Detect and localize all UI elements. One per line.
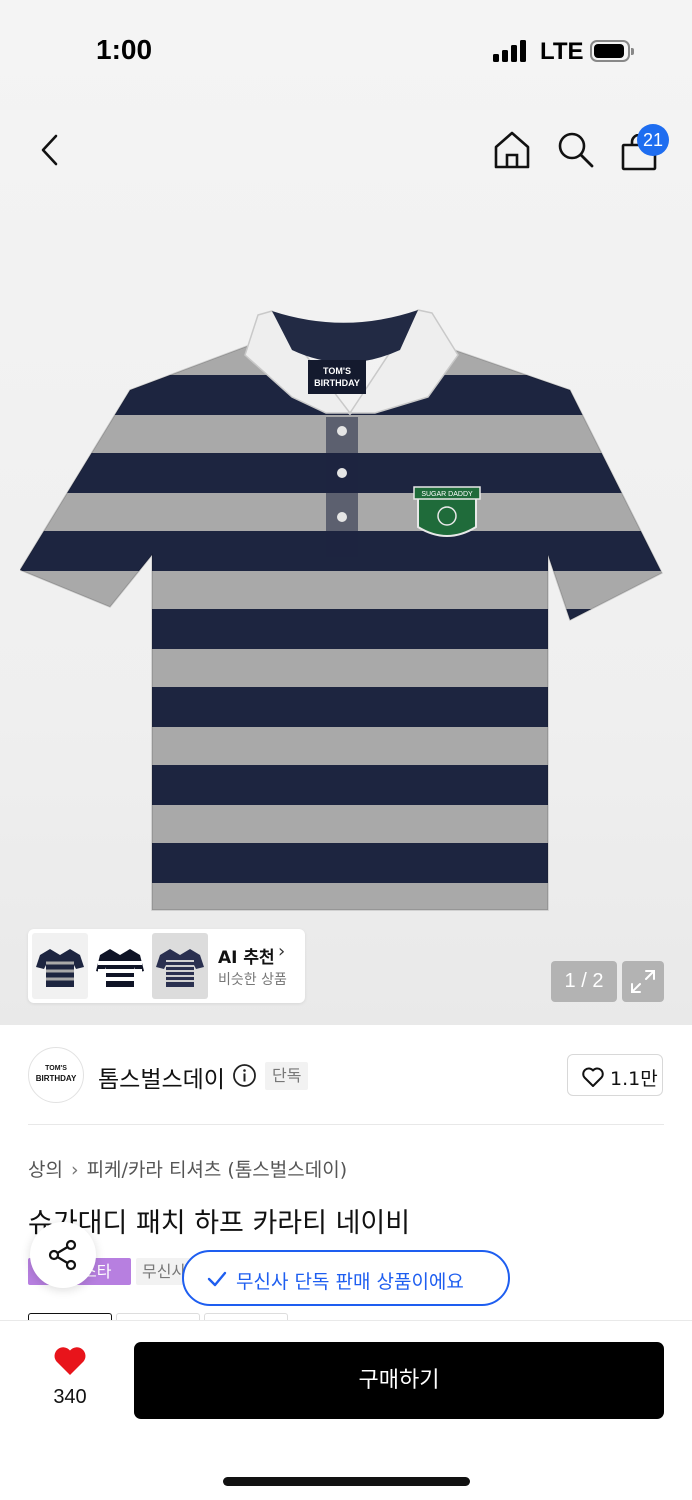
- info-icon[interactable]: [232, 1063, 257, 1088]
- network-label: LTE: [540, 38, 584, 65]
- home-indicator: [223, 1477, 470, 1486]
- thumbnail-3[interactable]: [152, 933, 208, 999]
- crest-patch-icon: SUGAR DADDY: [413, 486, 481, 537]
- breadcrumb-item-subcategory[interactable]: 피케/카라 티셔츠 (톰스벌스데이): [87, 1159, 348, 1181]
- check-icon: [207, 1271, 227, 1287]
- chevron-left-icon: [41, 134, 58, 166]
- thumbnail-1[interactable]: [32, 933, 88, 999]
- share-icon: [48, 1239, 77, 1271]
- search-icon: [558, 132, 594, 168]
- expand-icon: [631, 970, 655, 993]
- home-icon: [494, 131, 530, 169]
- patch-text: SUGAR DADDY: [421, 491, 473, 498]
- shirt-thumbnail-icon: [96, 949, 144, 987]
- brand-name[interactable]: 톰스벌스데이: [98, 1060, 225, 1094]
- brand-like-count: 1.1만: [610, 1068, 658, 1090]
- search-button[interactable]: [556, 130, 596, 170]
- thumbnail-2[interactable]: [92, 933, 148, 999]
- brand-like-button[interactable]: 1.1만: [567, 1054, 663, 1096]
- heart-filled-icon: [54, 1347, 86, 1375]
- battery-icon: [590, 40, 634, 62]
- breadcrumb-item-category[interactable]: 상의: [28, 1159, 63, 1181]
- chevron-right-icon: ›: [278, 941, 286, 962]
- ai-recommend-title[interactable]: AI 추천: [218, 943, 275, 968]
- image-page-counter: 1 / 2: [551, 961, 617, 1002]
- share-button[interactable]: [30, 1222, 96, 1288]
- toast-text: 무신사 단독 판매 상품이에요: [236, 1271, 464, 1293]
- back-button[interactable]: [36, 132, 64, 168]
- thumbnail-strip: AI 추천 › 비슷한 상품: [28, 929, 305, 1003]
- ai-recommend-subtitle: 비슷한 상품: [218, 972, 287, 988]
- buy-button[interactable]: 구매하기: [134, 1342, 664, 1419]
- product-image[interactable]: TOM'S BIRTHDAY SUGAR DADDY: [20, 305, 672, 920]
- favorite-count: 340: [53, 1386, 87, 1408]
- chevron-right-icon: ›: [70, 1159, 79, 1181]
- status-time: 1:00: [96, 34, 153, 65]
- cart-count-badge: 21: [637, 124, 669, 156]
- signal-icon: [493, 40, 529, 62]
- breadcrumb: 상의 › 피케/카라 티셔츠 (톰스벌스데이): [28, 1155, 347, 1182]
- home-button[interactable]: [492, 129, 532, 171]
- shirt-thumbnail-icon: [36, 949, 84, 987]
- exclusive-toast: 무신사 단독 판매 상품이에요: [182, 1250, 510, 1306]
- divider: [28, 1124, 664, 1125]
- exclusive-badge: 단독: [265, 1062, 309, 1090]
- fullscreen-button[interactable]: [622, 961, 664, 1002]
- brand-logo[interactable]: TOM'S BIRTHDAY: [28, 1047, 84, 1103]
- neck-label-line1: TOM'S: [323, 366, 351, 376]
- shirt-thumbnail-icon: [156, 949, 204, 987]
- heart-outline-icon: [582, 1067, 604, 1087]
- favorite-button[interactable]: [52, 1345, 88, 1381]
- neck-label-line2: BIRTHDAY: [314, 378, 360, 388]
